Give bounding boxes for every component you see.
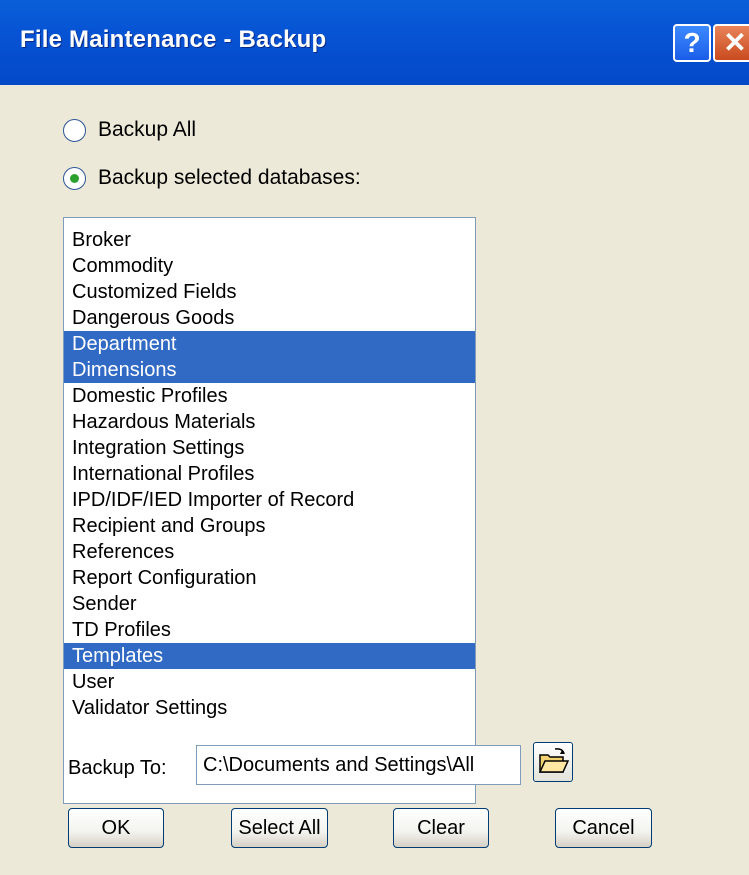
- select-all-button[interactable]: Select All: [231, 808, 328, 848]
- open-folder-icon: [538, 748, 570, 773]
- ok-button[interactable]: OK: [68, 808, 164, 848]
- database-list-item[interactable]: Sender: [64, 591, 475, 617]
- database-listbox[interactable]: Broker Commodity Customized Fields Dangerou…: [63, 217, 476, 804]
- window-title: File Maintenance - Backup: [20, 26, 327, 53]
- database-list-item[interactable]: Templates: [64, 643, 475, 669]
- database-list-item[interactable]: Department: [64, 331, 475, 357]
- backup-all-radio[interactable]: [63, 118, 86, 142]
- database-list-item[interactable]: Validator Settings: [64, 695, 475, 721]
- browse-folder-button[interactable]: [533, 742, 573, 782]
- backup-to-label: Backup To:: [68, 757, 167, 779]
- close-button[interactable]: ✕: [713, 24, 749, 62]
- backup-selected-option[interactable]: Backup selected databases:: [63, 166, 361, 190]
- database-list-item[interactable]: International Profiles: [64, 461, 475, 487]
- cancel-button[interactable]: Cancel: [555, 808, 652, 848]
- backup-all-option[interactable]: Backup All: [63, 118, 196, 142]
- help-button[interactable]: ?: [673, 24, 711, 62]
- database-list-item[interactable]: Broker: [64, 227, 475, 253]
- dialog-body: Backup All Backup selected databases: Br…: [0, 85, 749, 875]
- backup-path-input[interactable]: [196, 745, 521, 785]
- database-list-item[interactable]: IPD/IDF/IED Importer of Record: [64, 487, 475, 513]
- database-list-item[interactable]: Report Configuration: [64, 565, 475, 591]
- backup-all-label: Backup All: [98, 118, 197, 141]
- title-bar[interactable]: File Maintenance - Backup ? ✕: [0, 0, 749, 85]
- database-list-item[interactable]: Commodity: [64, 253, 475, 279]
- backup-selected-label: Backup selected databases:: [98, 166, 361, 189]
- clear-button[interactable]: Clear: [393, 808, 489, 848]
- database-list-item[interactable]: Dimensions: [64, 357, 475, 383]
- database-list-item[interactable]: Integration Settings: [64, 435, 475, 461]
- database-list-item[interactable]: User: [64, 669, 475, 695]
- database-list-item[interactable]: TD Profiles: [64, 617, 475, 643]
- database-list-item[interactable]: Domestic Profiles: [64, 383, 475, 409]
- database-list-item[interactable]: Recipient and Groups: [64, 513, 475, 539]
- database-list-item[interactable]: Customized Fields: [64, 279, 475, 305]
- database-list-item[interactable]: References: [64, 539, 475, 565]
- database-list-item[interactable]: Hazardous Materials: [64, 409, 475, 435]
- backup-selected-radio[interactable]: [63, 166, 86, 190]
- database-list-item[interactable]: Dangerous Goods: [64, 305, 475, 331]
